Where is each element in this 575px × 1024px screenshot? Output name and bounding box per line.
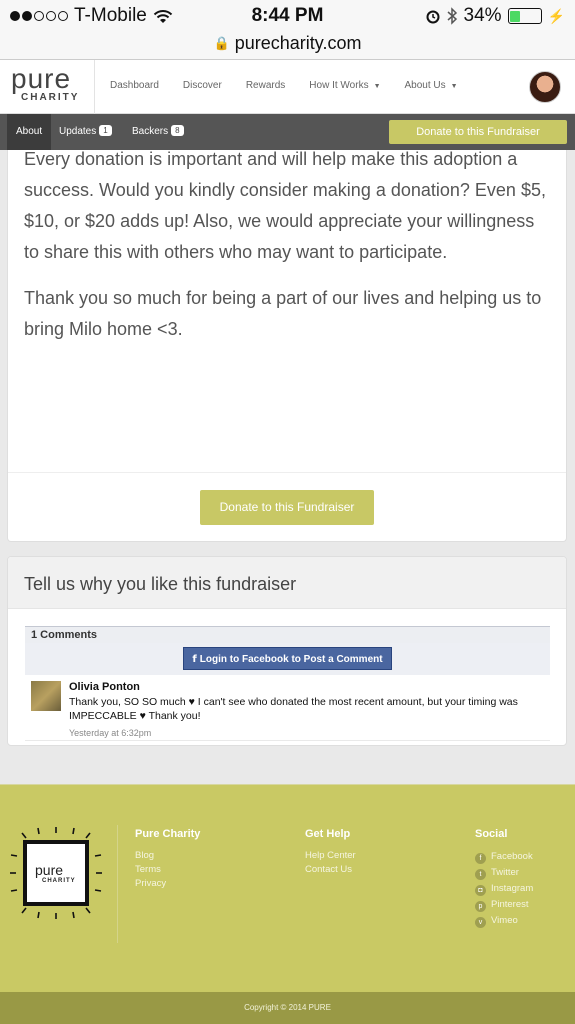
twitter-icon: t — [475, 869, 486, 880]
nav-dashboard[interactable]: Dashboard — [110, 80, 159, 91]
comment-count: 1 Comments — [25, 626, 550, 643]
footer-link-help-center[interactable]: Help Center — [305, 849, 356, 863]
updates-count-badge: 1 — [99, 125, 112, 136]
caret-down-icon: ▼ — [373, 83, 381, 90]
nav-about-us[interactable]: About Us ▼ — [405, 80, 458, 91]
comment-text: Thank you, SO SO much ♥ I can't see who … — [69, 696, 518, 722]
url-text: purecharity.com — [234, 32, 362, 53]
footer-link-facebook[interactable]: f Facebook — [475, 849, 533, 865]
facebook-login-button[interactable]: f Login to Facebook to Post a Comment — [183, 647, 392, 670]
charging-icon: ⚡ — [547, 7, 565, 24]
footer-col-get-help: Get Help Help Center Contact Us — [305, 828, 356, 877]
commenter-avatar[interactable] — [31, 681, 61, 711]
comments-card: Tell us why you like this fundraiser 1 C… — [7, 556, 567, 746]
instagram-icon: ◘ — [475, 885, 486, 896]
donate-button-header[interactable]: Donate to this Fundraiser — [389, 120, 567, 144]
footer-col-title: Social — [475, 828, 508, 840]
divider — [8, 472, 566, 473]
footer-col-social: Social f Facebook t Twitter ◘ Instagram p Pi… — [475, 828, 533, 929]
nav-rewards[interactable]: Rewards — [246, 80, 285, 91]
footer-link-terms[interactable]: Terms — [135, 863, 200, 877]
story-paragraph: Every donation is important and will hel… — [24, 149, 546, 262]
site-header: pure CHARITY Dashboard Discover Rewards … — [0, 60, 575, 114]
nav-how-it-works[interactable]: How It Works ▼ — [309, 80, 380, 91]
facebook-icon: f — [192, 654, 197, 665]
footer-link-instagram[interactable]: ◘ Instagram — [475, 881, 533, 897]
site-footer: pure CHARITY Pure Charity Blog Terms Pri… — [0, 784, 575, 992]
vimeo-icon: v — [475, 917, 486, 928]
fundraiser-story-card: Every donation is important and will hel… — [7, 149, 567, 542]
main-nav: Dashboard Discover Rewards How It Works ▼… — [110, 80, 458, 91]
footer-divider — [117, 825, 118, 943]
pinterest-icon: p — [475, 901, 486, 912]
story-paragraph: Thank you so much for being a part of ou… — [24, 288, 542, 339]
copyright: Copyright © 2014 PURE — [0, 992, 575, 1024]
user-avatar[interactable] — [529, 71, 561, 103]
alarm-icon — [426, 10, 440, 24]
comment-timestamp[interactable]: Yesterday at 6:32pm — [69, 728, 151, 738]
story-text: Every donation is important and will hel… — [8, 144, 566, 345]
lock-icon: 🔒 — [213, 35, 230, 51]
bluetooth-icon — [447, 7, 457, 25]
status-icons: 34% ⚡ — [425, 5, 565, 27]
footer-link-pinterest[interactable]: p Pinterest — [475, 897, 533, 913]
footer-link-blog[interactable]: Blog — [135, 849, 200, 863]
battery-icon — [507, 8, 542, 24]
footer-link-twitter[interactable]: t Twitter — [475, 865, 533, 881]
footer-col-pure-charity: Pure Charity Blog Terms Privacy — [135, 828, 200, 891]
footer-col-title: Pure Charity — [135, 828, 201, 840]
facebook-icon: f — [475, 853, 486, 864]
footer-link-vimeo[interactable]: v Vimeo — [475, 913, 533, 929]
facebook-comments-widget: 1 Comments f Login to Facebook to Post a … — [25, 626, 550, 741]
login-row: f Login to Facebook to Post a Comment — [25, 643, 550, 675]
comment-item: Olivia Ponton Thank you, SO SO much ♥ I … — [25, 675, 550, 741]
pure-charity-logo[interactable]: pure CHARITY — [0, 60, 95, 114]
footer-logo[interactable]: pure CHARITY — [8, 825, 102, 919]
address-bar[interactable]: 🔒 purecharity.com — [0, 32, 575, 60]
footer-link-privacy[interactable]: Privacy — [135, 877, 200, 891]
comment-author[interactable]: Olivia Ponton — [69, 681, 140, 693]
comments-heading: Tell us why you like this fundraiser — [8, 557, 566, 609]
battery-percent: 34% — [463, 5, 502, 26]
caret-down-icon: ▼ — [450, 83, 458, 90]
footer-link-contact-us[interactable]: Contact Us — [305, 863, 356, 877]
nav-discover[interactable]: Discover — [183, 80, 222, 91]
backers-count-badge: 8 — [171, 125, 184, 136]
footer-col-title: Get Help — [305, 828, 351, 840]
donate-button[interactable]: Donate to this Fundraiser — [200, 490, 374, 525]
status-bar: T-Mobile 8:44 PM 34% ⚡ — [0, 0, 575, 32]
